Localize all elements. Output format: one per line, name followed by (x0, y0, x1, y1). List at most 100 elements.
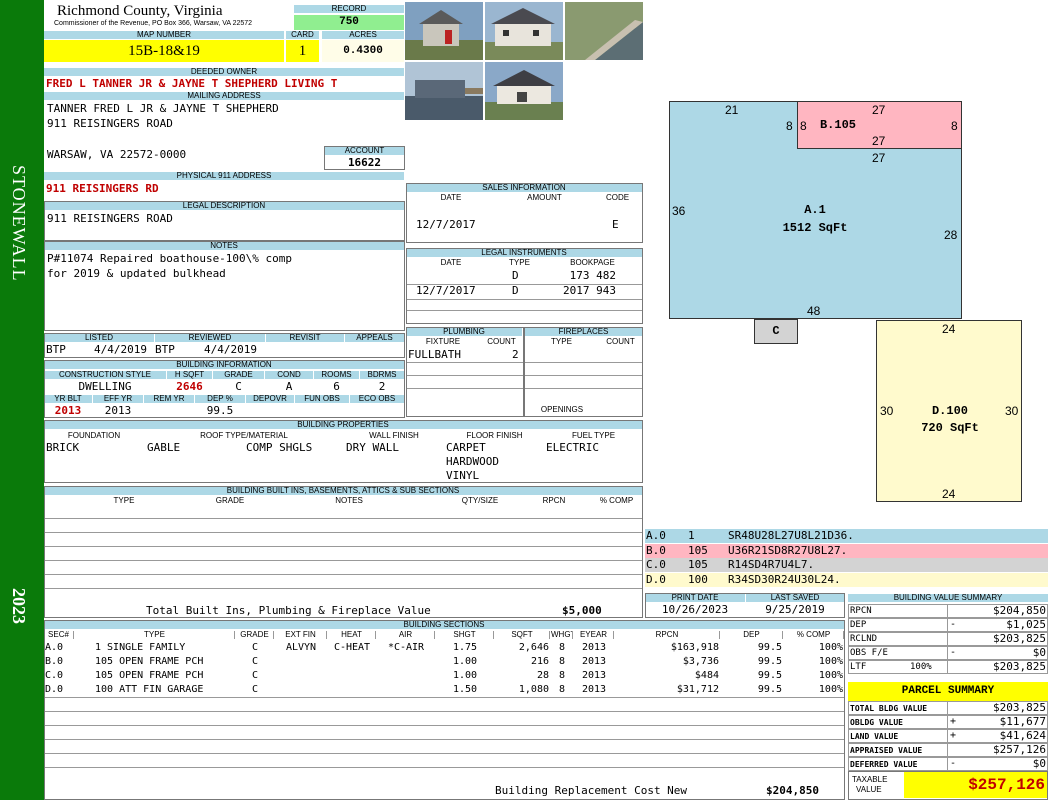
legend-num: 100 (688, 572, 708, 586)
ps-sep (947, 757, 948, 771)
dim-a-top: 21 (725, 103, 739, 117)
vs-key: LTF (850, 662, 867, 672)
map-number: 15B-18&19 (44, 40, 284, 62)
legend-vector: SR48U28L27U8L21D36. (728, 529, 854, 542)
ps-value: $11,677 (999, 715, 1046, 728)
physical-address-label: PHYSICAL 911 ADDRESS (44, 172, 404, 180)
sec-row-line (45, 697, 844, 698)
builtins-row-line (45, 574, 642, 575)
sketch-c-label: C (772, 324, 780, 338)
legend-code: A.0 (646, 529, 666, 542)
mailing-line-3: WARSAW, VA 22572-0000 (47, 148, 187, 161)
photo-bulkhead (565, 2, 643, 60)
physical-address: 911 REISINGERS RD (46, 182, 159, 195)
vs-value: $203,825 (993, 632, 1046, 645)
vs-pct: 100% (910, 662, 932, 672)
replacement-cost-label: Building Replacement Cost New (495, 784, 688, 797)
listing-box (44, 333, 405, 358)
print-box (645, 593, 845, 618)
sec-row-line (45, 739, 844, 740)
sec-row-line (45, 725, 844, 726)
district-sidebar (0, 0, 44, 800)
vs-sign: - (950, 647, 957, 658)
legend-vector: R14SD4R7U4L7. (728, 558, 815, 571)
dim-d-left: 30 (880, 404, 894, 418)
builtins-row-line (45, 532, 642, 533)
ps-sep (947, 743, 948, 757)
vs-value: $203,825 (993, 660, 1046, 673)
builtins-row-line (45, 588, 642, 589)
legal-instruments-box (406, 248, 643, 324)
acres-value: 0.4300 (322, 40, 404, 62)
dim-d-right: 30 (1005, 404, 1019, 418)
sec-row-line (45, 753, 844, 754)
deeded-owner-label: DEEDED OWNER (44, 68, 404, 76)
building-properties-box (44, 420, 643, 483)
ps-key: LAND VALUE (850, 732, 899, 741)
value-summary-label: BUILDING VALUE SUMMARY (848, 594, 1048, 602)
plumbing-box (406, 327, 524, 417)
vs-key: DEP (850, 620, 867, 630)
ps-sign: - (950, 758, 957, 769)
vs-key: RCLND (850, 634, 878, 644)
sketch-b-label: B.105 (819, 118, 856, 132)
legend-vector: U36R21SD8R27U8L27. (728, 543, 848, 557)
dim-b-left: 8 (800, 119, 807, 133)
photo-house-rear (485, 62, 563, 120)
mailing-line-2: 911 REISINGERS ROAD (47, 117, 173, 130)
vs-value: $1,025 (1006, 618, 1046, 631)
ps-sep (947, 715, 948, 729)
builtins-row-line (45, 546, 642, 547)
dim-b-right: 8 (951, 119, 958, 133)
builtins-box (44, 486, 643, 618)
legend-code: C.0 (646, 558, 666, 571)
legend-code: D.0 (646, 572, 666, 586)
pl-row-line (407, 388, 523, 389)
map-number-label: MAP NUMBER (44, 31, 284, 39)
district-name: STONEWALL (9, 165, 29, 282)
dim-a-side: 8 (786, 119, 793, 133)
builtins-row-line (45, 560, 642, 561)
vs-key: OBS F/E (850, 648, 888, 658)
county-title: Richmond County, Virginia (57, 3, 223, 19)
vs-sep (947, 632, 948, 646)
legend-num: 1 (688, 529, 695, 542)
sketch-d-label: D.100 (931, 404, 968, 418)
fireplaces-box (524, 327, 643, 417)
legend-num: 105 (688, 558, 708, 571)
acres-label: ACRES (322, 31, 404, 39)
mailing-address-label: MAILING ADDRESS (44, 92, 404, 100)
builtins-row-line (45, 518, 642, 519)
replacement-cost: $204,850 (766, 784, 819, 797)
fp-row-line (525, 375, 642, 376)
legend-code: B.0 (646, 543, 666, 557)
record-value: 750 (294, 15, 404, 30)
legend-num: 105 (688, 543, 708, 557)
vs-sep (947, 660, 948, 674)
vs-sep (947, 618, 948, 632)
ps-key: DEFERRED VALUE (850, 760, 918, 769)
sketch-a-area: 1512 SqFt (782, 221, 848, 235)
fp-row-line (525, 362, 642, 363)
sales-box (406, 183, 643, 243)
legend-vector: R34SD30R24U30L24. (728, 572, 841, 586)
sketch-a-label: A.1 (804, 203, 826, 217)
photo-boathouse (405, 62, 483, 120)
vs-value: $204,850 (993, 604, 1046, 617)
sec-row-line (45, 711, 844, 712)
vs-key: RPCN (850, 606, 872, 616)
dim-a-right: 28 (944, 228, 958, 242)
pl-row-line (407, 375, 523, 376)
vs-sign: - (950, 619, 957, 630)
building-sections-box (44, 620, 845, 800)
parcel-summary-label: PARCEL SUMMARY (848, 682, 1048, 701)
ps-key: TOTAL BLDG VALUE (850, 704, 928, 713)
fp-row-line (525, 388, 642, 389)
vs-value: $0 (1032, 646, 1046, 659)
ps-sep (947, 701, 948, 715)
pl-row-line (407, 362, 523, 363)
dim-b-top: 27 (872, 103, 886, 117)
owner-name: FRED L TANNER JR & JAYNE T SHEPHERD LIVI… (46, 78, 338, 90)
ps-value: $257,126 (993, 743, 1046, 756)
ps-key: OBLDG VALUE (850, 718, 903, 727)
